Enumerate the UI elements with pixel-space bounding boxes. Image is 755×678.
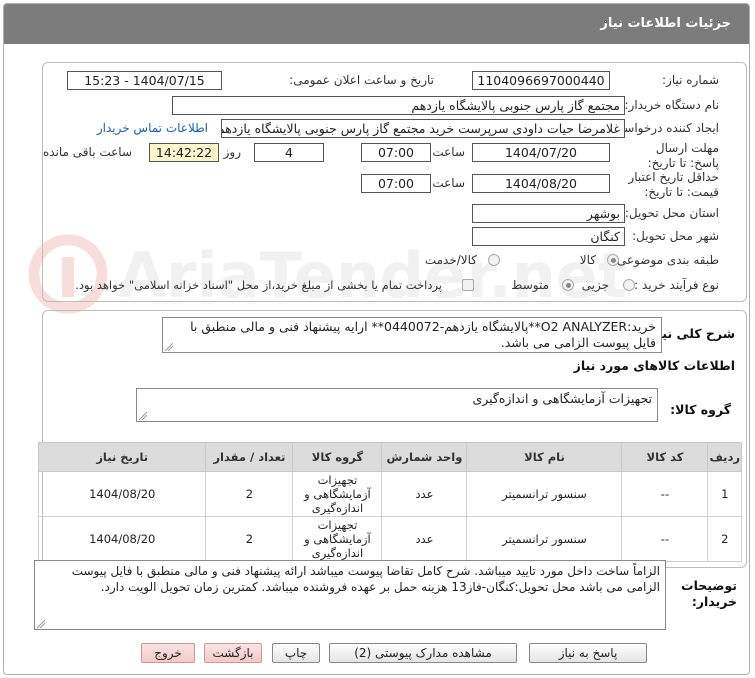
reply-deadline-time: 07:00 xyxy=(361,143,431,162)
price-validity-date: 1404/08/20 xyxy=(472,174,610,193)
cell-goods-group: تجهیزات آزمایشگاهی و اندازه‌گیری xyxy=(292,471,383,517)
treasury-checkbox[interactable] xyxy=(462,279,474,291)
col-goods-group: گروه کالا xyxy=(292,442,383,472)
buyer-notes-text: الزاماً ساخت داخل مورد تایید میباشد. شرح… xyxy=(71,564,660,594)
buyer-notes-label: توضیحات خریدار: xyxy=(681,578,737,609)
time-remaining: 14:42:22 xyxy=(149,143,219,162)
resize-grip-icon[interactable] xyxy=(165,343,173,351)
announce-date-field: 1404/07/15 - 15:23 xyxy=(67,71,222,90)
goods-group-box: تجهیزات آزمایشگاهی و اندازه‌گیری xyxy=(136,388,658,422)
col-unit: واحد شمارش xyxy=(381,442,468,472)
announce-date-label: تاریخ و ساعت اعلان عمومی: xyxy=(289,73,434,87)
category-goods-service-radio[interactable] xyxy=(488,254,500,266)
cell-goods-code: -- xyxy=(621,516,709,562)
col-row-number: ردیف xyxy=(707,442,742,472)
cell-goods-group: تجهیزات آزمایشگاهی و اندازه‌گیری xyxy=(292,516,383,562)
cell-unit: عدد xyxy=(381,516,468,562)
col-need-date: تاریخ نیاز xyxy=(37,442,207,472)
need-number-label: شماره نیاز: xyxy=(662,73,719,87)
general-description-text: خرید:O2 ANALYZER**پالایشگاه یازدهم-04400… xyxy=(190,319,656,350)
cell-need-date: 1404/08/20 xyxy=(37,516,207,562)
buyer-contact-link[interactable]: اطلاعات تماس خریدار xyxy=(97,121,208,135)
process-type-label: نوع فرآیند خرید : xyxy=(634,278,719,292)
cell-goods-name: سنسور ترانسمیتر xyxy=(466,471,623,517)
price-validity-time: 07:00 xyxy=(361,174,431,193)
goods-group-value: تجهیزات آزمایشگاهی و اندازه‌گیری xyxy=(472,391,652,406)
city-field: کنگان xyxy=(472,227,625,246)
reply-deadline-time-label: ساعت xyxy=(432,145,465,159)
goods-table: ردیف کد کالا نام کالا واحد شمارش گروه کا… xyxy=(37,442,742,562)
price-validity-time-label: ساعت xyxy=(432,176,465,190)
province-field: بوشهر xyxy=(472,204,625,223)
col-goods-code: کد کالا xyxy=(621,442,709,472)
cell-unit: عدد xyxy=(381,471,468,517)
resize-grip-icon[interactable] xyxy=(37,620,45,628)
process-medium-label: متوسط xyxy=(511,278,549,292)
cell-quantity: 2 xyxy=(205,471,294,517)
cell-goods-name: سنسور ترانسمیتر xyxy=(466,516,623,562)
table-header-row: ردیف کد کالا نام کالا واحد شمارش گروه کا… xyxy=(37,442,742,472)
title-bar: جزئیات اطلاعات نیاز xyxy=(4,4,749,44)
category-goods-label: کالا xyxy=(579,253,596,267)
city-label: شهر محل تحویل: xyxy=(632,229,719,243)
cell-row-number: 2 xyxy=(707,516,742,562)
col-quantity: تعداد / مقدار xyxy=(205,442,294,472)
reply-to-need-button[interactable]: پاسخ به نیاز xyxy=(529,643,647,663)
page-title: جزئیات اطلاعات نیاز xyxy=(600,16,731,31)
reply-deadline-label: مهلت ارسال پاسخ: تا تاریخ: xyxy=(647,141,719,170)
requester-label: ایجاد کننده درخواست: xyxy=(608,121,719,135)
cell-quantity: 2 xyxy=(205,516,294,562)
process-partial-radio[interactable] xyxy=(623,279,635,291)
print-button[interactable]: چاپ xyxy=(272,643,320,663)
days-remaining: 4 xyxy=(254,143,324,162)
goods-group-label: گروه کالا: xyxy=(670,402,731,417)
resize-grip-icon[interactable] xyxy=(139,412,147,420)
back-button[interactable]: بازگشت xyxy=(204,643,262,663)
exit-button[interactable]: خروج xyxy=(141,643,195,663)
category-label: طبقه بندی موضوعی: xyxy=(612,253,719,267)
buyer-notes-box: الزاماً ساخت داخل مورد تایید میباشد. شرح… xyxy=(34,560,666,630)
col-goods-name: نام کالا xyxy=(466,442,623,472)
buyer-org-label: نام دستگاه خریدار: xyxy=(624,98,720,112)
table-row: 2 -- سنسور ترانسمیتر عدد تجهیزات آزمایشگ… xyxy=(37,516,742,562)
goods-info-title: اطلاعات کالاهای مورد نیاز xyxy=(573,358,735,373)
view-attachments-button[interactable]: مشاهده مدارک پیوستی (2) xyxy=(329,643,517,663)
category-goods-service-label: کالا/خدمت xyxy=(424,253,477,267)
general-description-box: خرید:O2 ANALYZER**پالایشگاه یازدهم-04400… xyxy=(162,317,662,353)
cell-row-number: 1 xyxy=(707,471,742,517)
treasury-note: پرداخت تمام یا بخشی از مبلغ خرید،از محل … xyxy=(75,278,442,292)
requester-field: غلامرضا حیات داودی سرپرست خرید مجتمع گاز… xyxy=(221,119,625,138)
category-goods-radio[interactable] xyxy=(607,254,619,266)
process-partial-label: جزیی xyxy=(581,278,609,292)
process-medium-radio[interactable] xyxy=(562,279,574,291)
cell-need-date: 1404/08/20 xyxy=(37,471,207,517)
details-window: جزئیات اطلاعات نیاز AriaTender.net شماره… xyxy=(3,3,750,675)
need-number-field: 1104096697000440 xyxy=(472,71,610,90)
time-remaining-label: ساعت باقی مانده xyxy=(42,145,132,159)
price-validity-label: حداقل تاریخ اعتبار قیمت: تا تاریخ: xyxy=(628,170,719,199)
cell-goods-code: -- xyxy=(621,471,709,517)
table-row: 1 -- سنسور ترانسمیتر عدد تجهیزات آزمایشگ… xyxy=(37,471,742,517)
province-label: استان محل تحویل: xyxy=(624,206,719,220)
reply-deadline-date: 1404/07/20 xyxy=(472,143,610,162)
buyer-org-field: مجتمع گاز پارس جنوبی پالایشگاه یازدهم xyxy=(172,96,625,115)
